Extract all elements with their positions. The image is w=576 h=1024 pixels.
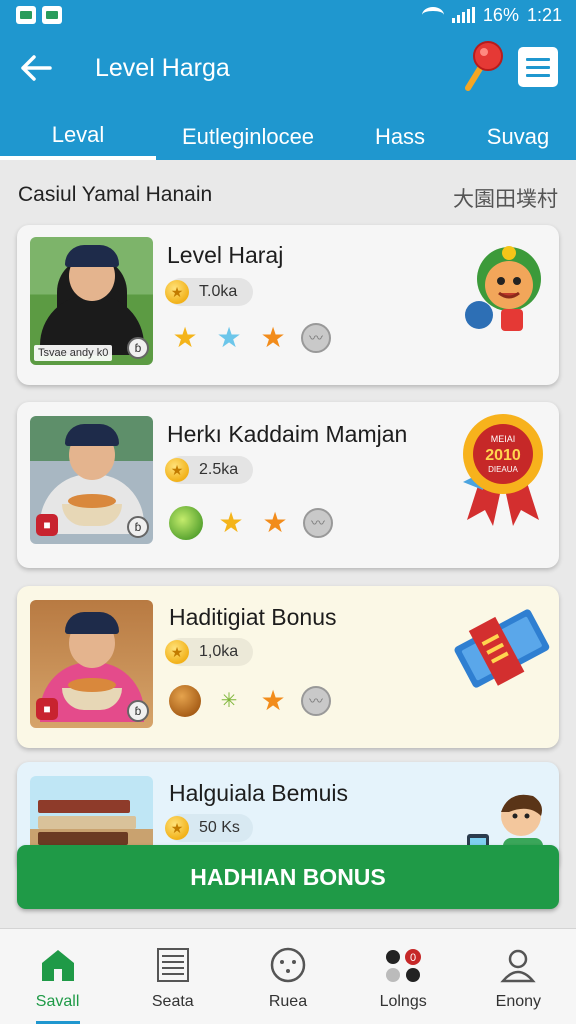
app-header: Level Harga Leval Eutleginlocee Hass Suv… xyxy=(0,30,576,160)
nav-label: Seata xyxy=(151,993,194,1010)
mascot-icon xyxy=(465,246,541,331)
status-notifications xyxy=(16,6,62,24)
nav-item-savall[interactable]: Savall xyxy=(0,929,115,1024)
menu-icon xyxy=(526,57,550,61)
card-title: Level Haraj xyxy=(167,242,284,268)
nav-item-seata[interactable]: Seata xyxy=(115,929,230,1024)
signal-icon xyxy=(451,7,475,23)
person-figure xyxy=(39,245,144,355)
card-title: Haditigiat Bonus xyxy=(169,604,337,630)
reward-icons: ★ ★ 〰 xyxy=(169,506,333,540)
star-gold-icon: ★ xyxy=(218,507,244,538)
ribbon-year-text: 2010 xyxy=(485,447,521,464)
bottom-nav: Savall Seata Ruea 0 Lolngs Enony xyxy=(0,928,576,1024)
dots-icon: 0 xyxy=(386,949,422,982)
gallery-notification-icon xyxy=(16,6,36,24)
wifi-icon xyxy=(421,7,444,23)
lollipop-icon[interactable] xyxy=(456,40,506,94)
notification-badge: 0 xyxy=(410,952,416,964)
amount-value: 1,0ka xyxy=(199,643,239,660)
sparkle-icon: ✳ xyxy=(220,690,238,712)
ribbon-top-text: MEIAI xyxy=(491,434,516,444)
battery-percent: 16% xyxy=(482,4,519,25)
star-orange-icon: ★ xyxy=(260,685,286,716)
home-icon xyxy=(41,950,74,981)
status-time: 1:21 xyxy=(526,4,562,25)
claim-bonus-button[interactable]: HADHIAN BONUS xyxy=(17,845,559,909)
nav-label: Ruea xyxy=(268,993,308,1010)
photo-caption: Tsvae andy k0 xyxy=(34,345,113,361)
section-right-label: 大園田墣村 xyxy=(453,188,558,211)
card-photo: ■ ɓ xyxy=(30,416,153,544)
tab-bar: Leval Eutleginlocee Hass Suvag xyxy=(0,114,576,160)
reward-icons: ★ ★ ★ 〰 xyxy=(169,322,331,354)
menu-button[interactable] xyxy=(518,47,558,87)
tab-eutleginlocee[interactable]: Eutleginlocee xyxy=(156,114,340,160)
star-orange-icon: ★ xyxy=(260,322,286,353)
lime-icon xyxy=(169,506,203,540)
card-title: Herkı Kaddaim Mamjan xyxy=(167,421,408,447)
person-icon xyxy=(500,949,537,983)
tab-leval[interactable]: Leval xyxy=(0,114,156,160)
ribbon-bottom-text: DIEAUA xyxy=(488,465,518,474)
amount-pill: ★ 1,0ka xyxy=(165,638,253,666)
nav-label: Lolngs xyxy=(379,993,427,1010)
camera-badge-icon: ■ xyxy=(36,514,58,536)
photo-corner-badge: ɓ xyxy=(127,337,149,359)
nav-label: Enony xyxy=(495,993,542,1010)
amount-value: 2.5ka xyxy=(199,461,239,478)
amount-pill: ★ 50 Ks xyxy=(165,814,253,842)
grey-coin-icon: 〰 xyxy=(303,508,333,538)
nav-item-lolngs[interactable]: 0 Lolngs xyxy=(346,929,461,1024)
star-coin-icon: ★ xyxy=(165,458,189,482)
page-title: Level Harga xyxy=(95,54,230,82)
face-icon xyxy=(270,947,306,983)
status-bar: 16% 1:21 xyxy=(0,0,576,30)
star-coin-icon: ★ xyxy=(165,816,189,840)
grey-coin-icon: 〰 xyxy=(301,686,331,716)
section-title: Casiul Yamal Hanain xyxy=(18,183,213,206)
arrow-left-icon xyxy=(21,55,52,81)
nav-item-enony[interactable]: Enony xyxy=(461,929,576,1024)
amount-pill: ★ T.0ka xyxy=(165,278,253,306)
camera-badge-icon: ■ xyxy=(36,698,58,720)
card-title: Halguiala Bemuis xyxy=(169,780,348,806)
card-photo: Tsvae andy k0 ɓ xyxy=(30,237,153,365)
nut-icon xyxy=(169,685,201,717)
status-indicators: 16% 1:21 xyxy=(421,4,562,26)
star-orange-icon: ★ xyxy=(262,507,288,538)
tab-hass[interactable]: Hass xyxy=(340,114,460,160)
bonus-card[interactable]: Tsvae andy k0 ɓ Level Haraj ★ T.0ka ★ ★ … xyxy=(17,225,559,385)
photo-corner-badge: ɓ xyxy=(127,516,149,538)
star-coin-icon: ★ xyxy=(165,640,189,664)
bonus-card[interactable]: ■ ɓ Herkı Kaddaim Mamjan ★ 2.5ka ★ ★ 〰 M… xyxy=(17,402,559,568)
nav-item-ruea[interactable]: Ruea xyxy=(230,929,345,1024)
list-icon xyxy=(156,948,189,982)
amount-value: 50 Ks xyxy=(199,819,240,836)
amount-pill: ★ 2.5ka xyxy=(165,456,253,484)
bonus-card[interactable]: ■ ɓ Haditigiat Bonus ★ 1,0ka ✳ ★ 〰 xyxy=(17,586,559,748)
back-button[interactable] xyxy=(16,48,56,88)
award-ribbon-icon: MEIAI 2010 DIEAUA xyxy=(463,414,543,526)
photo-corner-badge: ɓ xyxy=(127,700,149,722)
star-coin-icon: ★ xyxy=(165,280,189,304)
ticket-icon xyxy=(454,609,550,688)
amount-value: T.0ka xyxy=(199,283,238,300)
image-notification-icon xyxy=(42,6,62,24)
reward-icons: ✳ ★ 〰 xyxy=(169,685,331,717)
nav-label: Savall xyxy=(35,993,80,1010)
tab-suvag[interactable]: Suvag xyxy=(460,114,576,160)
grey-coin-icon: 〰 xyxy=(301,323,331,353)
star-blue-icon: ★ xyxy=(216,322,242,353)
star-gold-icon: ★ xyxy=(172,322,198,353)
card-photo: ■ ɓ xyxy=(30,600,153,728)
